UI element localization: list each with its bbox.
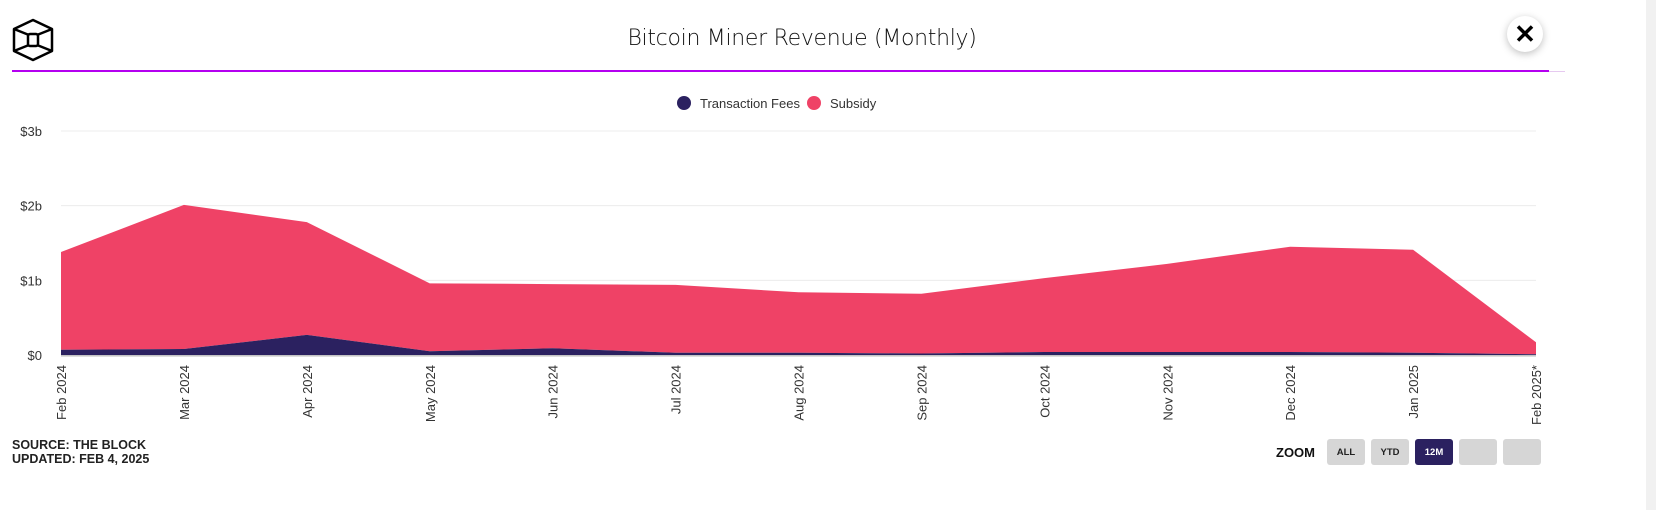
legend-label: Transaction Fees bbox=[700, 96, 800, 111]
x-tick-label: Nov 2024 bbox=[1160, 365, 1175, 421]
x-tick-label: Jan 2025 bbox=[1406, 365, 1421, 419]
zoom-button-blank-4[interactable] bbox=[1503, 439, 1541, 465]
x-tick-label: Feb 2024 bbox=[54, 365, 69, 420]
updated-text: UPDATED: FEB 4, 2025 bbox=[12, 452, 150, 466]
y-tick-label: $2b bbox=[20, 199, 42, 214]
x-tick-label: Sep 2024 bbox=[914, 365, 929, 421]
x-tick-label: May 2024 bbox=[423, 365, 438, 422]
x-tick-label: Jun 2024 bbox=[546, 365, 561, 419]
zoom-button-blank-3[interactable] bbox=[1459, 439, 1497, 465]
zoom-button-all[interactable]: ALL bbox=[1327, 439, 1365, 465]
y-tick-label: $0 bbox=[28, 348, 42, 363]
legend-marker bbox=[677, 96, 691, 110]
legend-label: Subsidy bbox=[830, 96, 877, 111]
x-tick-label: Oct 2024 bbox=[1037, 365, 1052, 418]
x-tick-label: Dec 2024 bbox=[1283, 365, 1298, 421]
area-subsidy bbox=[61, 204, 1536, 355]
revenue-chart: $0 $1b $2b $3b Feb 2024 Mar 2024 Apr 2024 May 2… bbox=[20, 96, 1544, 425]
header-divider-tail bbox=[1549, 71, 1565, 72]
close-button[interactable]: ✕ bbox=[1507, 16, 1543, 52]
header-divider bbox=[12, 70, 1549, 72]
source-note: SOURCE: THE BLOCK UPDATED: FEB 4, 2025 bbox=[12, 438, 149, 466]
x-tick-label: Jul 2024 bbox=[669, 365, 684, 414]
source-text: SOURCE: THE BLOCK bbox=[12, 438, 147, 452]
y-tick-label: $1b bbox=[20, 273, 42, 288]
y-tick-label: $3b bbox=[20, 124, 42, 139]
x-tick-label: Mar 2024 bbox=[177, 365, 192, 420]
zoom-label: ZOOM bbox=[1276, 444, 1315, 460]
x-tick-label: Aug 2024 bbox=[792, 365, 807, 421]
close-icon: ✕ bbox=[1514, 18, 1536, 49]
page-title: Bitcoin Miner Revenue (Monthly) bbox=[627, 26, 977, 51]
zoom-controls: ZOOM ALL YTD 12M bbox=[1276, 439, 1541, 465]
zoom-button-12m[interactable]: 12M bbox=[1415, 439, 1453, 465]
x-tick-label: Feb 2025* bbox=[1529, 365, 1544, 425]
legend-marker bbox=[807, 96, 821, 110]
scrollbar[interactable] bbox=[1646, 0, 1656, 510]
zoom-button-ytd[interactable]: YTD bbox=[1371, 439, 1409, 465]
x-tick-label: Apr 2024 bbox=[300, 365, 315, 418]
